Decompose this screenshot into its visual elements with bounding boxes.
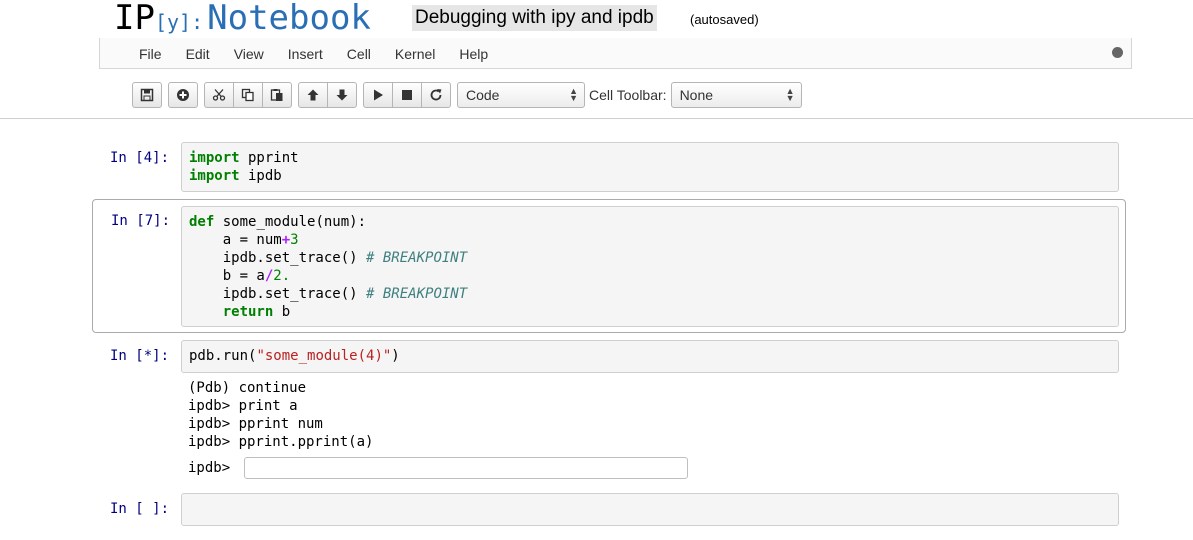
menu-file[interactable]: File (139, 38, 162, 70)
raw-input-area: ipdb> (188, 456, 689, 480)
input-prompt: In [7]: (111, 213, 171, 229)
header-divider (0, 118, 1193, 119)
kernel-busy-indicator-icon (1112, 47, 1123, 58)
cell-toolbar-label: Cell Toolbar: (589, 87, 667, 103)
cell-type-select[interactable]: Code ▲ ▼ (457, 82, 585, 108)
logo-notebook: Notebook (207, 0, 371, 38)
cell-toolbar-select[interactable]: None ▲ ▼ (670, 82, 802, 108)
menu-kernel[interactable]: Kernel (395, 38, 435, 70)
menu-cell[interactable]: Cell (347, 38, 371, 70)
raw-input-prompt: ipdb> (188, 460, 231, 476)
output-line: ipdb> pprint.pprint(a) (188, 434, 374, 450)
cell-type-value: Code (466, 87, 500, 103)
restart-button[interactable] (421, 82, 451, 108)
menu-insert[interactable]: Insert (288, 38, 323, 70)
arrow-up-icon (307, 89, 319, 101)
save-button[interactable] (132, 82, 162, 108)
menu-view[interactable]: View (234, 38, 264, 70)
logo-y: [y]: (154, 10, 204, 34)
logo-ip: IP (114, 0, 155, 38)
code-input[interactable]: def some_module(num): a = num+3 ipdb.set… (181, 206, 1119, 327)
play-icon (374, 89, 383, 101)
output-line: ipdb> pprint num (188, 416, 323, 432)
menu-help[interactable]: Help (459, 38, 488, 70)
code-input[interactable]: import pprint import ipdb (181, 142, 1119, 192)
save-icon (140, 88, 154, 102)
cut-button[interactable] (204, 82, 234, 108)
output-line: ipdb> print a (188, 398, 298, 414)
menubar: File Edit View Insert Cell Kernel Help (99, 38, 1132, 69)
header: IP [y]: Notebook Debugging with ipy and … (0, 0, 1193, 38)
toolbar: Code ▲ ▼ Cell Toolbar: None ▲ ▼ (132, 80, 802, 110)
select-arrows-icon: ▲ ▼ (569, 86, 578, 103)
raw-input-field[interactable] (244, 457, 689, 479)
notebook-name[interactable]: Debugging with ipy and ipdb (412, 5, 657, 31)
cut-icon (212, 89, 226, 101)
menu-edit[interactable]: Edit (186, 38, 210, 70)
interrupt-button[interactable] (392, 82, 422, 108)
input-prompt: In [*]: (110, 348, 170, 364)
code-cell-selected[interactable]: In [7]: def some_module(num): a = num+3 … (92, 199, 1126, 333)
plus-circle-icon (177, 89, 189, 101)
input-prompt: In [4]: (110, 150, 170, 166)
copy-icon (241, 88, 254, 102)
arrow-down-icon (336, 89, 348, 101)
run-button[interactable] (363, 82, 393, 108)
jupyter-logo[interactable]: IP [y]: Notebook (114, 0, 371, 38)
paste-icon (270, 89, 283, 101)
code-input[interactable] (181, 493, 1119, 526)
move-down-button[interactable] (327, 82, 357, 108)
move-up-button[interactable] (298, 82, 328, 108)
refresh-icon (430, 89, 442, 101)
cell-toolbar-value: None (679, 87, 714, 103)
stop-icon (402, 90, 412, 100)
copy-button[interactable] (233, 82, 263, 108)
code-cell[interactable]: In [ ]: (92, 493, 1126, 526)
code-cell[interactable]: In [4]: import pprint import ipdb (92, 142, 1126, 192)
select-arrows-icon: ▲ ▼ (785, 86, 795, 103)
input-prompt: In [ ]: (110, 501, 170, 517)
insert-cell-button[interactable] (168, 82, 198, 108)
code-input[interactable]: pdb.run("some_module(4)") (181, 340, 1119, 373)
paste-button[interactable] (262, 82, 292, 108)
cell-output: (Pdb) continue ipdb> print a ipdb> pprin… (188, 379, 373, 451)
output-line: (Pdb) continue (188, 380, 307, 396)
autosave-status: (autosaved) (690, 12, 759, 27)
